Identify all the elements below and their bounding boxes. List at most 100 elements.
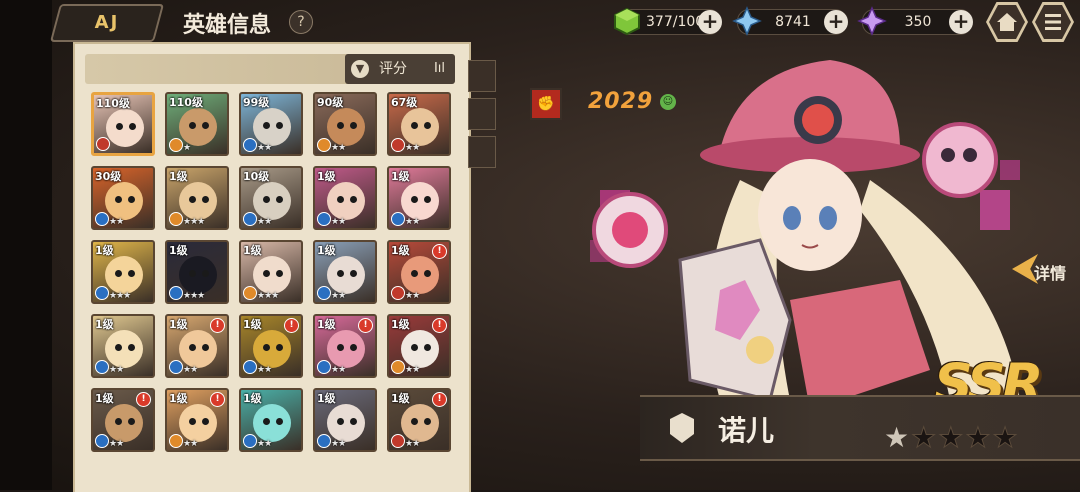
hero-card[interactable]: 1级 ★★★ <box>239 240 303 304</box>
green-cube-icon <box>614 7 640 36</box>
hero-face <box>327 108 365 146</box>
add-crystal-button[interactable]: + <box>824 10 848 34</box>
hero-level: 1级 <box>317 170 336 183</box>
class-icon <box>243 286 257 300</box>
hero-level: 67级 <box>391 96 418 109</box>
star-icon: ★ <box>965 421 993 455</box>
hero-card[interactable]: 1级 ★★! <box>313 314 377 378</box>
resource-crystal: 8741 + <box>732 6 848 36</box>
class-icon <box>169 212 183 226</box>
eye <box>263 270 270 277</box>
hero-card[interactable]: 1级 ★★! <box>239 314 303 378</box>
hero-stars: ★ <box>183 143 191 153</box>
home-icon <box>997 13 1017 31</box>
hero-face <box>179 330 217 368</box>
hero-card[interactable]: 1级 ★★! <box>91 388 155 452</box>
eye <box>424 270 431 277</box>
home-button[interactable] <box>986 2 1028 42</box>
eye <box>276 418 283 425</box>
side-tab-3[interactable] <box>468 136 496 168</box>
eye <box>115 196 122 203</box>
hero-card[interactable]: 1级 ★★ <box>91 314 155 378</box>
eye <box>128 344 135 351</box>
side-tab-2[interactable] <box>468 98 496 130</box>
hero-level: 1级 <box>169 244 188 257</box>
hero-level: 110级 <box>169 96 203 109</box>
side-tab-1[interactable] <box>468 60 496 92</box>
hero-card[interactable]: 1级 ★★! <box>387 240 451 304</box>
hero-level: 1级 <box>169 318 188 331</box>
hero-stars: ★★ <box>109 217 124 227</box>
hero-card[interactable]: 1级 ★★★ <box>91 240 155 304</box>
hero-face <box>253 256 291 294</box>
class-icon <box>391 212 405 226</box>
eye <box>350 418 357 425</box>
add-stamina-button[interactable]: + <box>698 10 722 34</box>
top-bar: AJ 英雄信息 ? 377/1000 + 8741 + 350 + <box>0 0 1080 44</box>
hero-card[interactable]: 1级 ★★! <box>165 314 229 378</box>
hero-stars: ★★ <box>405 365 420 375</box>
eye <box>263 196 270 203</box>
class-icon <box>391 138 405 152</box>
eye <box>350 196 357 203</box>
hero-card[interactable]: 110级 <box>91 92 155 156</box>
eye <box>263 418 270 425</box>
hero-stars: ★★★ <box>183 217 205 227</box>
eye <box>411 418 418 425</box>
eye <box>276 196 283 203</box>
eye <box>202 344 209 351</box>
hero-card[interactable]: 1级 ★★ <box>239 388 303 452</box>
back-button[interactable]: AJ <box>49 4 165 42</box>
eye <box>424 122 431 129</box>
class-icon <box>95 434 109 448</box>
hero-card[interactable]: 1级 ★★★ <box>165 166 229 230</box>
hero-card[interactable]: 1级 ★★★ <box>165 240 229 304</box>
star-icon: ★ <box>938 421 966 455</box>
hero-card[interactable]: 99级 ★★ <box>239 92 303 156</box>
eye <box>411 196 418 203</box>
class-icon <box>317 434 331 448</box>
hero-card[interactable]: 10级 ★★ <box>239 166 303 230</box>
hero-level: 30级 <box>95 170 122 183</box>
hero-face <box>327 330 365 368</box>
eye <box>276 344 283 351</box>
hero-card[interactable]: 67级 ★★ <box>387 92 451 156</box>
hero-stars: ★★★ <box>109 291 131 301</box>
add-gem-button[interactable]: + <box>949 10 973 34</box>
menu-button[interactable] <box>1032 2 1074 42</box>
alert-icon: ! <box>432 392 447 407</box>
side-tabs <box>468 60 496 190</box>
hero-card[interactable]: 30级 ★★ <box>91 166 155 230</box>
eye <box>115 344 122 351</box>
hero-face <box>401 330 439 368</box>
sort-button[interactable]: ▼ 评分 Iıl <box>345 54 455 84</box>
class-icon <box>95 212 109 226</box>
hero-face <box>253 182 291 220</box>
hero-card[interactable]: 90级 ★★ <box>313 92 377 156</box>
hero-stars: ★★ <box>405 143 420 153</box>
class-icon <box>317 360 331 374</box>
eye <box>128 270 135 277</box>
hero-card[interactable]: 1级 ★★ <box>387 166 451 230</box>
eye <box>337 418 344 425</box>
hero-stars: ★★ <box>331 439 346 449</box>
filter-icon[interactable]: ▼ <box>351 60 369 78</box>
hero-stars: ★★ <box>405 439 420 449</box>
hero-card[interactable]: 1级 ★★ <box>313 166 377 230</box>
hero-level: 1级 <box>243 318 262 331</box>
hero-stars: ★★ <box>331 143 346 153</box>
hero-card[interactable]: 1级 ★★! <box>387 314 451 378</box>
hero-card[interactable]: 1级 ★★ <box>313 240 377 304</box>
eye <box>202 196 209 203</box>
hero-level: 1级 <box>95 392 114 405</box>
hero-stars: ★★ <box>109 365 124 375</box>
hero-card[interactable]: 1级 ★★! <box>387 388 451 452</box>
alert-icon: ! <box>210 318 225 333</box>
star-icon: ★ <box>992 421 1020 455</box>
hero-card[interactable]: 1级 ★★ <box>313 388 377 452</box>
hero-level: 1级 <box>95 244 114 257</box>
hero-stars: ★★★ <box>183 291 205 301</box>
question-icon[interactable]: ? <box>289 10 313 34</box>
hero-card[interactable]: 110级 ★ <box>165 92 229 156</box>
hero-card[interactable]: 1级 ★★! <box>165 388 229 452</box>
